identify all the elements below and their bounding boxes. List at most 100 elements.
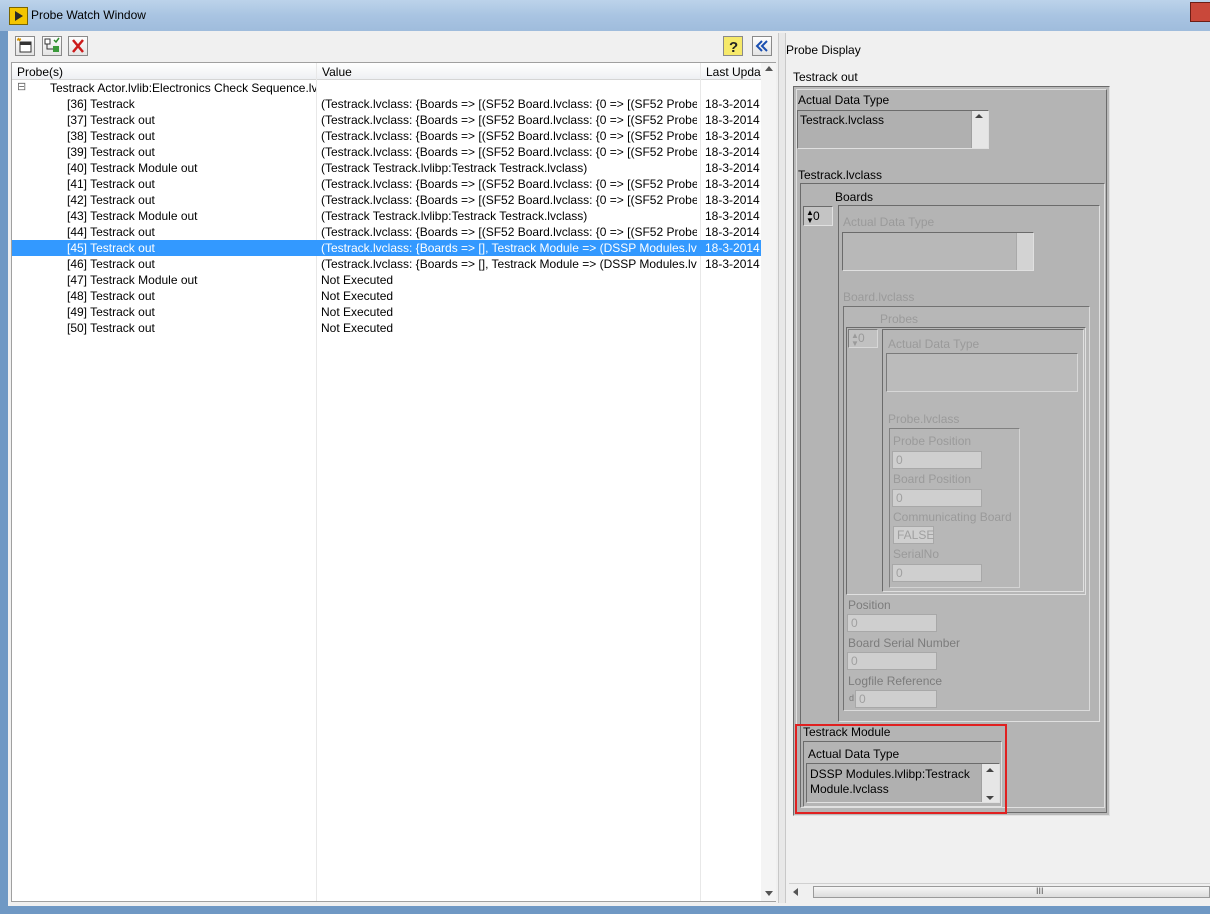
- probe-value-cell: (Testrack.lvclass: {Boards => [(SF52 Boa…: [321, 193, 697, 207]
- boards-label: Boards: [835, 190, 874, 204]
- probe-updated-cell: 18-3-2014 1: [705, 225, 761, 239]
- table-row[interactable]: [46] Testrack out (Testrack.lvclass: {Boa…: [12, 256, 762, 272]
- title-bar[interactable]: Probe Watch Window: [0, 0, 1210, 31]
- tree-view-button[interactable]: [42, 36, 62, 56]
- probe-name-cell: [46] Testrack out: [67, 257, 155, 271]
- probe-actual-type-field[interactable]: [886, 353, 1078, 392]
- collapse-icon: [755, 40, 768, 52]
- table-row[interactable]: [41] Testrack out (Testrack.lvclass: {Boa…: [12, 176, 762, 192]
- probe-value-cell: Not Executed: [321, 305, 394, 319]
- probe-table[interactable]: Probe(s) Value Last Updat ⊟ Testrack Act…: [11, 62, 776, 902]
- scroll-up-icon[interactable]: [986, 768, 994, 772]
- scroll-thumb[interactable]: III: [813, 886, 1210, 898]
- probe-actual-type-label: Actual Data Type: [888, 337, 980, 351]
- table-row[interactable]: [49] Testrack out Not Executed: [12, 304, 762, 320]
- scroll-up-icon[interactable]: [765, 66, 773, 71]
- probes-index-value: 0: [858, 331, 865, 345]
- probe-name-cell: [40] Testrack Module out: [67, 161, 198, 175]
- scroll-down-icon[interactable]: [765, 891, 773, 896]
- table-row[interactable]: [39] Testrack out (Testrack.lvclass: {Boa…: [12, 144, 762, 160]
- new-probe-icon: [16, 37, 32, 53]
- actual-type-label: Actual Data Type: [798, 93, 890, 107]
- board-actual-type-scrollbar[interactable]: [1016, 233, 1033, 270]
- horizontal-scrollbar[interactable]: III: [789, 883, 1210, 901]
- probe-value-cell: (Testrack Testrack.lvlibp:Testrack Testr…: [321, 161, 588, 175]
- module-actual-type-value: DSSP Modules.lvlibp:Testrack Module.lvcl…: [810, 767, 970, 796]
- table-row[interactable]: [50] Testrack out Not Executed: [12, 320, 762, 336]
- testrack-module-label: Testrack Module: [803, 725, 891, 739]
- table-row[interactable]: [48] Testrack out Not Executed: [12, 288, 762, 304]
- probe-name-cell: [36] Testrack: [67, 97, 135, 111]
- probe-updated-cell: 18-3-2014 1: [705, 257, 761, 271]
- table-row[interactable]: [40] Testrack Module out (Testrack Testra…: [12, 160, 762, 176]
- table-row[interactable]: [42] Testrack out (Testrack.lvclass: {Boa…: [12, 192, 762, 208]
- tree-root-row[interactable]: ⊟ Testrack Actor.lvlib:Electronics Check…: [12, 80, 762, 96]
- logfile-reference-prefix: d: [849, 693, 855, 703]
- probe-updated-cell: 18-3-2014 1: [705, 209, 761, 223]
- probe-name-cell: [43] Testrack Module out: [67, 209, 198, 223]
- scroll-grip: III: [1036, 886, 1044, 896]
- probe-value-cell: (Testrack.lvclass: {Boards => [(SF52 Boa…: [321, 177, 697, 191]
- column-header-probes[interactable]: Probe(s): [12, 63, 316, 80]
- table-row[interactable]: [37] Testrack out (Testrack.lvclass: {Boa…: [12, 112, 762, 128]
- probe-updated-cell: 18-3-2014 1: [705, 145, 761, 159]
- help-icon: ?: [729, 39, 738, 55]
- table-row[interactable]: [47] Testrack Module out Not Executed: [12, 272, 762, 288]
- probe-name-cell: [47] Testrack Module out: [67, 273, 198, 287]
- table-row[interactable]: [36] Testrack (Testrack.lvclass: {Boards …: [12, 96, 762, 112]
- probe-updated-cell: 18-3-2014 1: [705, 241, 761, 255]
- board-serial-number-label: Board Serial Number: [848, 636, 961, 650]
- actual-type-value: Testrack.lvclass: [800, 113, 885, 127]
- labview-app-icon: [9, 7, 28, 25]
- probe-value-cell: Not Executed: [321, 321, 394, 335]
- collapse-button[interactable]: [752, 36, 772, 56]
- probe-value-cell: (Testrack.lvclass: {Boards => [(SF52 Boa…: [321, 97, 697, 111]
- delete-probe-button[interactable]: [68, 36, 88, 56]
- probe-value-cell: Not Executed: [321, 289, 394, 303]
- delete-icon: [72, 39, 84, 53]
- scroll-up-icon[interactable]: [975, 114, 983, 118]
- table-row[interactable]: [44] Testrack out (Testrack.lvclass: {Boa…: [12, 224, 762, 240]
- help-button[interactable]: ?: [723, 36, 743, 56]
- probe-updated-cell: 18-3-2014 1: [705, 113, 761, 127]
- column-header-last-updated[interactable]: Last Updat: [700, 63, 761, 80]
- module-actual-type-label: Actual Data Type: [808, 747, 900, 761]
- new-probe-button[interactable]: [15, 36, 35, 56]
- tree-collapse-icon[interactable]: ⊟: [17, 80, 26, 93]
- logfile-reference-field[interactable]: 0: [855, 690, 937, 708]
- probe-name-cell: [38] Testrack out: [67, 129, 155, 143]
- probe-value-cell: (Testrack Testrack.lvlibp:Testrack Testr…: [321, 209, 588, 223]
- probe-display-heading: Probe Display: [786, 43, 861, 57]
- serial-no-field[interactable]: 0: [892, 564, 982, 582]
- scroll-down-icon[interactable]: [986, 796, 994, 800]
- tree-icon: [44, 37, 60, 52]
- probe-position-field[interactable]: 0: [892, 451, 982, 469]
- board-position-field[interactable]: 0: [892, 489, 982, 507]
- board-serial-number-field[interactable]: 0: [847, 652, 937, 670]
- table-row[interactable]: [38] Testrack out (Testrack.lvclass: {Boa…: [12, 128, 762, 144]
- board-class-label: Board.lvclass: [843, 290, 915, 304]
- probe-position-label: Probe Position: [893, 434, 972, 448]
- board-position-label: Board Position: [893, 472, 972, 486]
- position-field[interactable]: 0: [847, 614, 937, 632]
- position-label: Position: [848, 598, 891, 612]
- probe-name-cell: [48] Testrack out: [67, 289, 155, 303]
- pane-splitter[interactable]: [778, 33, 786, 903]
- probe-updated-cell: 18-3-2014 1: [705, 193, 761, 207]
- communicating-board-field[interactable]: FALSE: [893, 526, 934, 544]
- column-header-value[interactable]: Value: [316, 63, 700, 80]
- probe-name-cell: [39] Testrack out: [67, 145, 155, 159]
- vertical-scrollbar[interactable]: [761, 63, 776, 901]
- board-actual-type-field[interactable]: [842, 232, 1034, 271]
- probe-name-cell: [49] Testrack out: [67, 305, 155, 319]
- scroll-left-icon[interactable]: [793, 888, 798, 896]
- table-row[interactable]: [43] Testrack Module out (Testrack Testra…: [12, 208, 762, 224]
- board-actual-type-label: Actual Data Type: [843, 215, 935, 229]
- svg-text:?: ?: [729, 39, 738, 55]
- logfile-reference-label: Logfile Reference: [848, 674, 943, 688]
- probe-value-cell: (Testrack.lvclass: {Boards => [], Testra…: [321, 257, 697, 271]
- tree-root-label: Testrack Actor.lvlib:Electronics Check S…: [50, 81, 316, 95]
- probe-name-cell: [41] Testrack out: [67, 177, 155, 191]
- table-row-selected[interactable]: [45] Testrack out (Testrack.lvclass: {Boa…: [12, 240, 762, 256]
- close-button[interactable]: [1190, 2, 1210, 22]
